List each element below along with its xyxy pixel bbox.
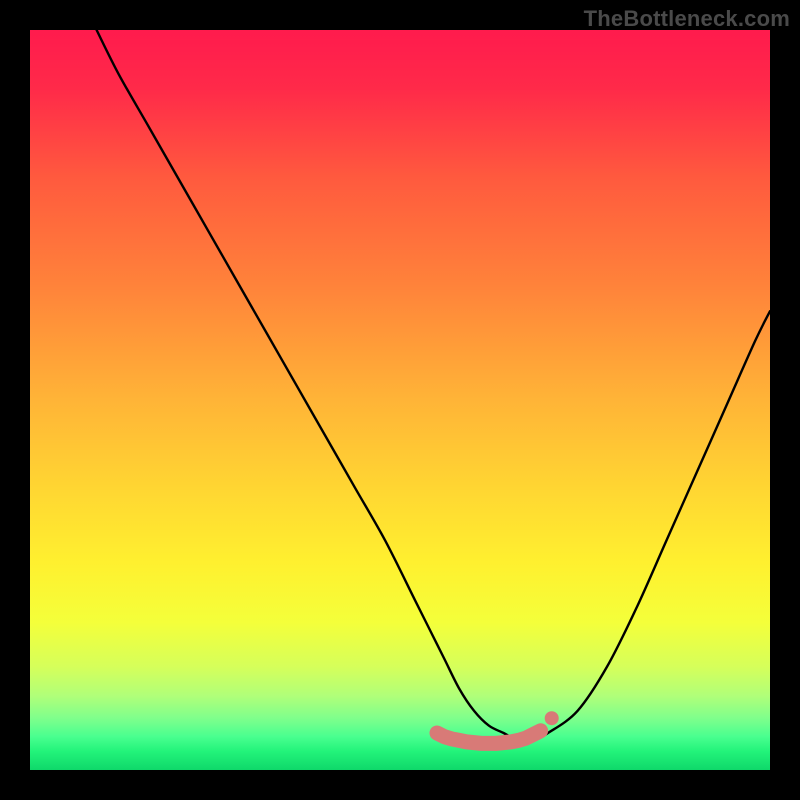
gradient-background	[30, 30, 770, 770]
watermark-label: TheBottleneck.com	[584, 6, 790, 32]
optimal-range-end-dot	[545, 711, 559, 725]
plot-area	[30, 30, 770, 770]
chart-frame: TheBottleneck.com	[0, 0, 800, 800]
chart-svg	[30, 30, 770, 770]
